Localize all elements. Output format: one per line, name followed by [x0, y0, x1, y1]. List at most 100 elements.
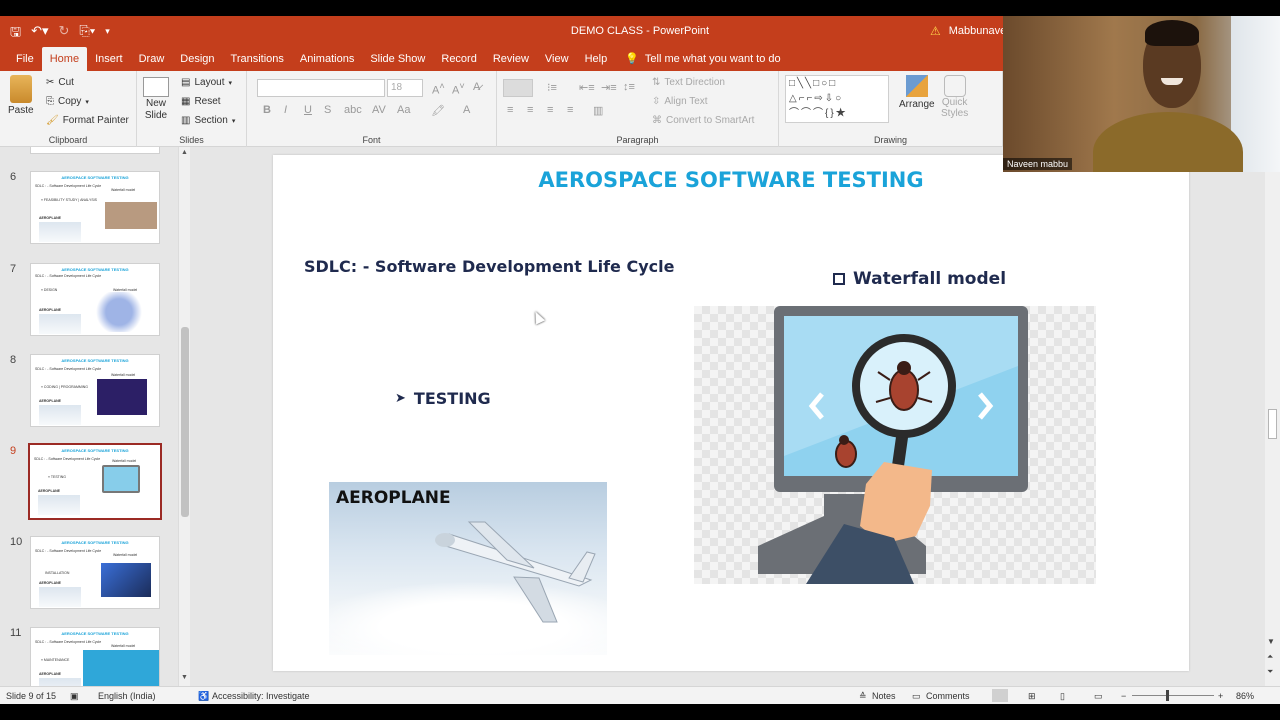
thumbnail-row[interactable]: 11 AEROSPACE SOFTWARE TESTING SDLC : - S…	[0, 627, 176, 686]
previous-slide-icon[interactable]: ⏶	[1267, 652, 1273, 662]
thumbnail-row[interactable]: 8 AEROSPACE SOFTWARE TESTING SDLC : - So…	[0, 354, 176, 434]
strikethrough-icon[interactable]: abc	[344, 104, 362, 116]
increase-indent-icon[interactable]: ⇥≡	[601, 81, 617, 94]
spelling-icon[interactable]: ▣	[70, 691, 79, 702]
tab-transitions[interactable]: Transitions	[223, 47, 292, 71]
testing-bullet[interactable]: ➤ TESTING	[395, 389, 491, 408]
accessibility-status[interactable]: Accessibility: Investigate	[212, 691, 310, 701]
tab-view[interactable]: View	[537, 47, 577, 71]
slide-thumbnail-selected[interactable]: AEROSPACE SOFTWARE TESTING SDLC : - Soft…	[28, 443, 162, 520]
section-button[interactable]: ▥ Section ▾	[181, 115, 235, 126]
slide-thumbnail[interactable]: AEROSPACE SOFTWARE TESTING SDLC : - Soft…	[30, 536, 160, 609]
tab-slide-show[interactable]: Slide Show	[362, 47, 433, 71]
thumb-subtitle: SDLC : - Software Development Life Cycle	[34, 457, 101, 461]
notes-icon[interactable]: ≙	[859, 691, 867, 702]
font-name-field[interactable]	[257, 79, 385, 97]
zoom-out-icon[interactable]: −	[1121, 691, 1126, 701]
align-center-icon[interactable]: ≡	[527, 104, 533, 116]
tab-insert[interactable]: Insert	[87, 47, 131, 71]
font-size-field[interactable]: 18	[387, 79, 423, 97]
comments-button[interactable]: Comments	[926, 691, 970, 701]
layout-icon: ▤	[181, 77, 191, 88]
normal-view-icon[interactable]	[992, 689, 1008, 702]
decrease-indent-icon[interactable]: ⇤≡	[579, 81, 595, 94]
scroll-up-icon[interactable]: ▲	[181, 149, 188, 156]
tab-animations[interactable]: Animations	[292, 47, 362, 71]
scrollbar-thumb[interactable]	[1268, 409, 1277, 439]
notes-button[interactable]: Notes	[872, 691, 896, 701]
columns-icon[interactable]: ▥	[593, 104, 603, 117]
next-slide-icon[interactable]: ⏷	[1267, 667, 1273, 677]
text-direction-button[interactable]: ⇅ Text Direction	[652, 77, 725, 88]
waterfall-model-heading[interactable]: Waterfall model	[833, 269, 1006, 289]
thumbnail-row[interactable]: 6 AEROSPACE SOFTWARE TESTING SDLC : - So…	[0, 171, 176, 251]
highlight-icon[interactable]: 🖍	[431, 104, 445, 117]
bold-icon[interactable]: B	[263, 104, 271, 116]
slide-thumbnail[interactable]: AEROSPACE SOFTWARE TESTING SDLC : - Soft…	[30, 263, 160, 336]
italic-icon[interactable]: I	[284, 104, 287, 116]
decrease-font-icon[interactable]: A˅	[452, 81, 465, 97]
bullets-icon[interactable]	[503, 79, 533, 97]
underline-icon[interactable]: U	[304, 104, 312, 116]
scroll-down-icon[interactable]: ▼	[1267, 637, 1275, 646]
account-area[interactable]: ⚠ Mabbunave	[930, 24, 1006, 38]
thumbnails-scrollbar[interactable]: ▲ ▼	[178, 147, 190, 686]
increase-font-icon[interactable]: A˄	[432, 81, 445, 97]
justify-icon[interactable]: ≡	[567, 104, 573, 116]
line-spacing-icon[interactable]: ↕≡	[623, 81, 635, 93]
shapes-gallery[interactable]: □╲╲□○□ △⌐⌐⇨⇩○ ⌒⌒⌒{}★	[785, 75, 889, 123]
tab-draw[interactable]: Draw	[131, 47, 173, 71]
thumbnail-partial[interactable]	[30, 147, 160, 154]
comments-icon[interactable]: ▭	[912, 691, 921, 702]
slideshow-view-icon[interactable]: ▭	[1094, 691, 1103, 702]
numbering-icon[interactable]: ⁝≡	[547, 81, 557, 94]
tab-home[interactable]: Home	[41, 47, 88, 71]
thumb-tag: AEROPLANE	[39, 308, 61, 312]
tab-record[interactable]: Record	[433, 47, 484, 71]
font-color-icon[interactable]: A	[463, 104, 470, 116]
tell-me-search[interactable]: 💡 Tell me what you want to do	[615, 47, 780, 71]
zoom-in-icon[interactable]: +	[1218, 691, 1223, 701]
slide-canvas[interactable]: AEROSPACE SOFTWARE TESTING SDLC: - Softw…	[273, 155, 1189, 671]
layout-button[interactable]: ▤ Layout ▾	[181, 77, 232, 88]
language-indicator[interactable]: English (India)	[98, 691, 156, 701]
scroll-down-icon[interactable]: ▼	[181, 674, 188, 681]
arrange-button[interactable]: Arrange	[899, 75, 935, 110]
slide-scrollbar[interactable]: ▼ ⏶ ⏷	[1265, 147, 1280, 686]
new-slide-button[interactable]: New Slide	[143, 77, 169, 121]
smartart-button[interactable]: ⌘ Convert to SmartArt	[652, 115, 754, 126]
tab-design[interactable]: Design	[172, 47, 222, 71]
align-right-icon[interactable]: ≡	[547, 104, 553, 116]
testing-illustration[interactable]	[694, 306, 1096, 584]
tab-review[interactable]: Review	[485, 47, 537, 71]
tab-file[interactable]: File	[8, 47, 42, 71]
align-left-icon[interactable]: ≡	[507, 104, 513, 116]
slide-subtitle[interactable]: SDLC: - Software Development Life Cycle	[304, 257, 674, 276]
paste-button[interactable]: Paste	[8, 75, 34, 116]
tab-help[interactable]: Help	[577, 47, 616, 71]
zoom-slider-thumb[interactable]	[1166, 690, 1169, 701]
clear-format-icon[interactable]: A̷	[473, 81, 480, 93]
spacing-icon[interactable]: AV	[372, 104, 386, 116]
aeroplane-image[interactable]: AEROPLANE	[329, 482, 607, 655]
quick-styles-button[interactable]: Quick Styles	[941, 75, 968, 119]
thumbnail-row[interactable]: 10 AEROSPACE SOFTWARE TESTING SDLC : - S…	[0, 536, 176, 616]
slide-thumbnail[interactable]: AEROSPACE SOFTWARE TESTING SDLC : - Soft…	[30, 627, 160, 686]
format-painter-button[interactable]: 🖌 Format Painter	[46, 115, 129, 126]
case-icon[interactable]: Aa	[397, 104, 410, 116]
align-text-button[interactable]: ⇳ Align Text	[652, 96, 708, 107]
copy-button[interactable]: ⎘ Copy ▾	[46, 96, 89, 107]
zoom-level[interactable]: 86%	[1236, 691, 1254, 701]
accessibility-icon[interactable]: ♿	[198, 691, 209, 702]
reading-view-icon[interactable]: ▯	[1060, 691, 1065, 702]
thumbnail-row[interactable]: 7 AEROSPACE SOFTWARE TESTING SDLC : - So…	[0, 263, 176, 343]
slide-thumbnail[interactable]: AEROSPACE SOFTWARE TESTING SDLC : - Soft…	[30, 354, 160, 427]
reset-button[interactable]: ▦ Reset	[181, 96, 221, 107]
zoom-slider-track[interactable]	[1132, 695, 1214, 696]
slide-thumbnail[interactable]: AEROSPACE SOFTWARE TESTING SDLC : - Soft…	[30, 171, 160, 244]
slide-sorter-icon[interactable]: ⊞	[1028, 691, 1036, 702]
scrollbar-thumb[interactable]	[181, 327, 189, 517]
shadow-icon[interactable]: S	[324, 104, 331, 116]
thumbnail-row-selected[interactable]: 9 AEROSPACE SOFTWARE TESTING SDLC : - So…	[0, 443, 176, 525]
cut-button[interactable]: ✂ Cut	[46, 77, 74, 88]
